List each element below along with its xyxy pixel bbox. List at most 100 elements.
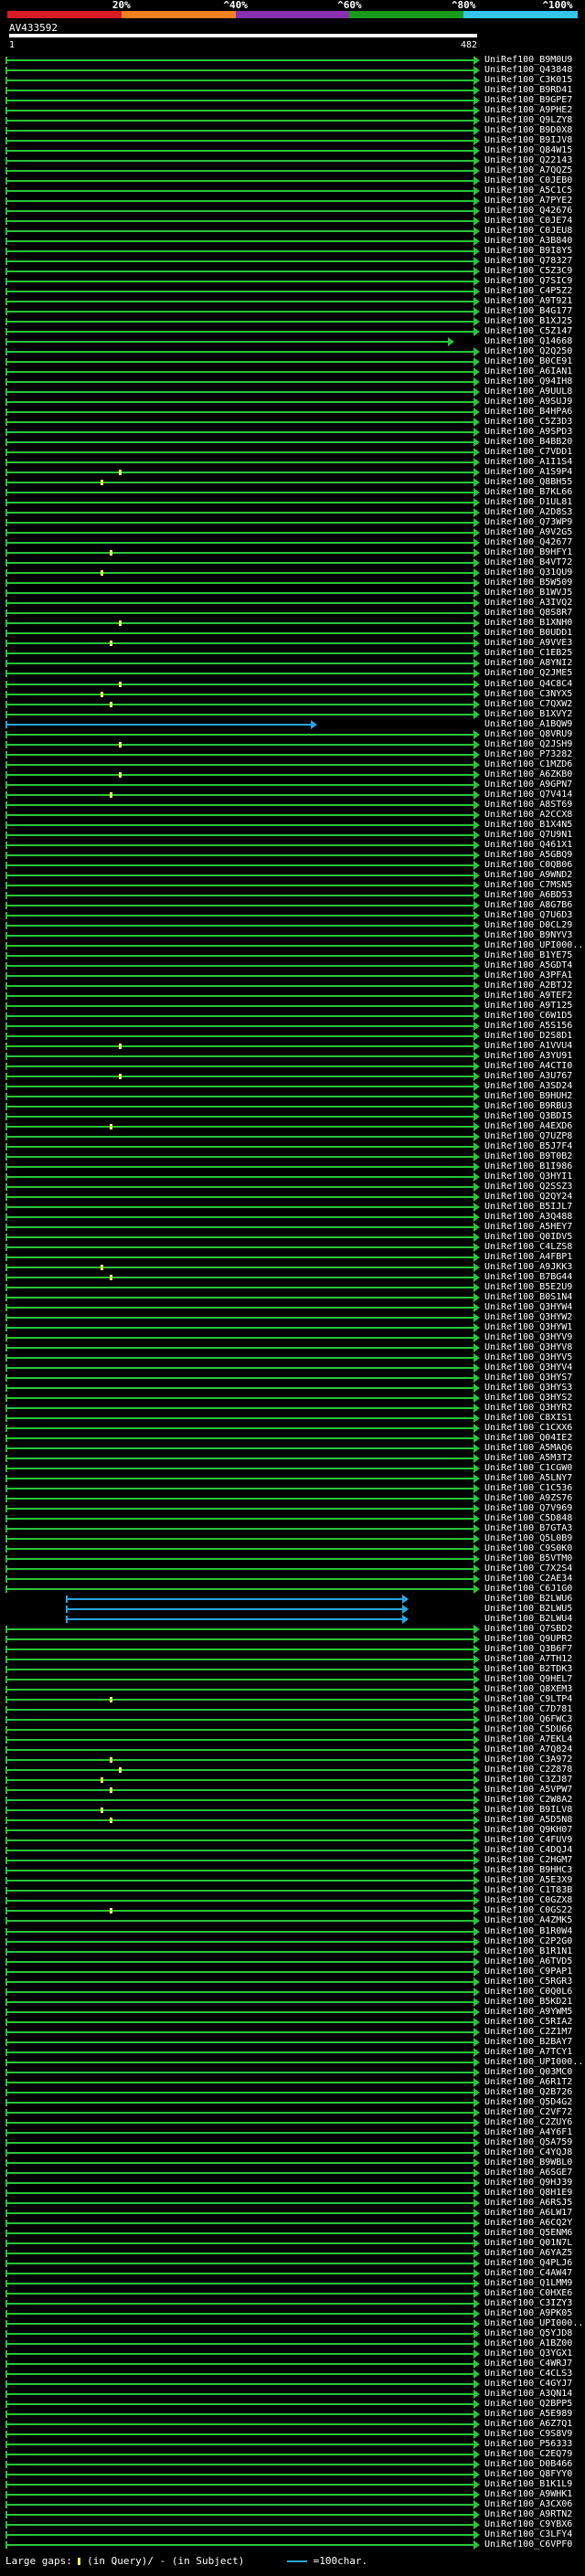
hit-arrow-icon bbox=[473, 2218, 480, 2228]
hit-line bbox=[5, 301, 473, 303]
hit-arrow-icon bbox=[473, 1474, 480, 1484]
hit-line bbox=[5, 381, 473, 384]
hit-arrow-icon bbox=[473, 297, 480, 307]
hit-arrow-icon bbox=[473, 1151, 480, 1161]
hit-arrow-icon bbox=[473, 1252, 480, 1262]
hit-line bbox=[5, 2342, 473, 2345]
hit-arrow-icon bbox=[473, 2027, 480, 2037]
hit-arrow-icon bbox=[473, 1434, 480, 1444]
hit-arrow-icon bbox=[473, 639, 480, 649]
percent-identity-scale: 20% ^40% ^60% ^80% ^100% bbox=[0, 0, 585, 20]
hit-arrow-icon bbox=[402, 1605, 409, 1615]
hit-arrow-icon bbox=[473, 1051, 480, 1061]
hit-line bbox=[5, 1839, 473, 1842]
hit-line bbox=[5, 552, 473, 555]
hit-arrow-icon bbox=[473, 458, 480, 468]
hit-arrow-icon bbox=[473, 126, 480, 136]
hit-line bbox=[5, 773, 473, 776]
hit-line bbox=[5, 1125, 473, 1128]
hit-line bbox=[5, 1799, 473, 1802]
hit-arrow-icon bbox=[473, 1675, 480, 1685]
hit-arrow-icon bbox=[473, 488, 480, 498]
hit-arrow-icon bbox=[473, 518, 480, 528]
hit-line bbox=[5, 1950, 473, 1953]
hit-arrow-icon bbox=[473, 408, 480, 418]
hit-line bbox=[5, 1940, 473, 1943]
scale-segment-5 bbox=[463, 11, 578, 18]
hit-line bbox=[5, 2422, 473, 2425]
hit-line bbox=[5, 1014, 473, 1017]
hit-arrow-icon bbox=[473, 1161, 480, 1171]
hit-arrow-icon bbox=[473, 840, 480, 850]
hit-arrow-icon bbox=[473, 398, 480, 408]
hit-row[interactable]: UniRef100_C6VPF0 bbox=[0, 2539, 585, 2550]
hit-arrow-icon bbox=[473, 327, 480, 337]
hit-arrow-icon bbox=[473, 699, 480, 709]
hit-line bbox=[5, 1397, 473, 1400]
hit-line bbox=[5, 69, 473, 71]
hit-arrow-icon bbox=[473, 820, 480, 830]
hit-line bbox=[66, 1618, 402, 1621]
hit-arrow-icon bbox=[402, 1595, 409, 1605]
scale-segment-4 bbox=[349, 11, 464, 18]
hit-line bbox=[5, 502, 473, 504]
hit-arrow-icon bbox=[473, 287, 480, 297]
hit-arrow-icon bbox=[473, 649, 480, 659]
hit-arrow-icon bbox=[473, 1906, 480, 1916]
hit-line bbox=[5, 1185, 473, 1188]
hit-arrow-icon bbox=[473, 438, 480, 448]
hit-arrow-icon bbox=[473, 729, 480, 739]
hit-arrow-icon bbox=[473, 1202, 480, 1212]
hit-line bbox=[5, 1488, 473, 1490]
hit-line bbox=[5, 1327, 473, 1330]
hit-arrow-icon bbox=[473, 1031, 480, 1041]
hit-line bbox=[5, 1809, 473, 1812]
hit-line bbox=[5, 1468, 473, 1470]
hit-arrow-icon bbox=[473, 387, 480, 398]
hit-line bbox=[5, 2473, 473, 2475]
hit-arrow-icon bbox=[473, 1071, 480, 1081]
gap-marker bbox=[119, 771, 122, 778]
hit-line bbox=[5, 1689, 473, 1691]
hit-line bbox=[5, 230, 473, 233]
hit-arrow-icon bbox=[473, 920, 480, 930]
hit-line bbox=[5, 120, 473, 122]
hit-line bbox=[5, 1044, 473, 1047]
hit-arrow-icon bbox=[473, 1665, 480, 1675]
hit-arrow-icon bbox=[473, 940, 480, 950]
hit-line bbox=[5, 2463, 473, 2465]
hit-line bbox=[5, 2382, 473, 2385]
hit-arrow-icon bbox=[473, 1987, 480, 1997]
gap-marker bbox=[119, 620, 122, 627]
hit-arrow-icon bbox=[473, 1111, 480, 1121]
hit-arrow-icon bbox=[473, 2198, 480, 2208]
hit-accession[interactable]: UniRef100_C6VPF0 bbox=[484, 2539, 572, 2550]
hit-arrow-icon bbox=[473, 2519, 480, 2529]
hit-arrow-icon bbox=[473, 1966, 480, 1977]
hit-arrow-icon bbox=[473, 679, 480, 689]
hit-arrow-icon bbox=[473, 207, 480, 217]
hit-arrow-icon bbox=[473, 76, 480, 86]
hit-arrow-icon bbox=[473, 2168, 480, 2178]
hit-arrow-icon bbox=[473, 2107, 480, 2117]
hit-line bbox=[5, 1729, 473, 1732]
hit-arrow-icon bbox=[473, 2399, 480, 2409]
hit-line bbox=[5, 1699, 473, 1701]
hit-line bbox=[5, 1205, 473, 1208]
legend-in-query: (in Query)/ bbox=[87, 2555, 154, 2567]
hit-arrow-icon bbox=[473, 749, 480, 759]
hit-arrow-icon bbox=[473, 428, 480, 438]
hit-arrow-icon bbox=[473, 1504, 480, 1514]
hit-arrow-icon bbox=[473, 2208, 480, 2218]
hit-arrow-icon bbox=[473, 1041, 480, 1051]
gap-marker bbox=[101, 1264, 103, 1270]
hit-line bbox=[5, 1638, 473, 1641]
hit-line bbox=[5, 934, 473, 937]
hit-line bbox=[5, 904, 473, 906]
hit-line bbox=[5, 2071, 473, 2073]
hit-line bbox=[5, 1225, 473, 1228]
hit-arrow-icon bbox=[473, 196, 480, 207]
hit-arrow-icon bbox=[473, 669, 480, 679]
hit-line bbox=[5, 130, 473, 133]
hit-line bbox=[5, 1910, 473, 1913]
